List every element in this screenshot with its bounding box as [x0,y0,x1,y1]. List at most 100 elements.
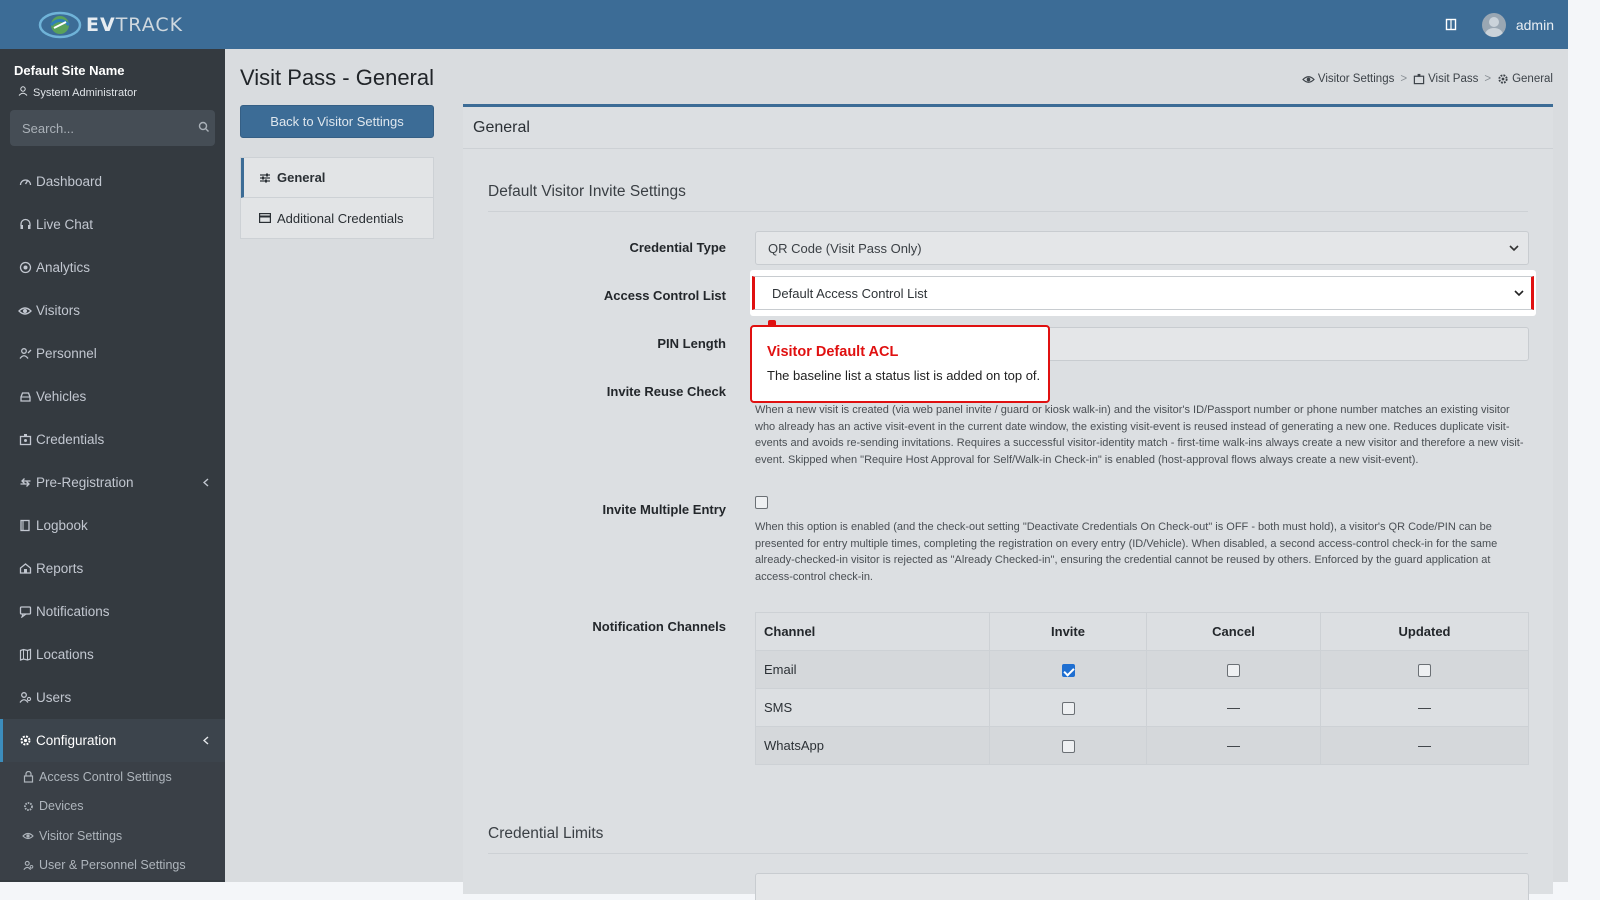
dashboard-icon [18,175,32,189]
tooltip-body: The baseline list a status list is added… [767,368,1041,383]
channel-name: Email [755,650,990,689]
lock-icon [22,770,34,783]
whatsapp-invite-checkbox[interactable] [1061,740,1075,754]
personnel-icon [18,347,32,361]
acl-label: Access Control List [603,288,726,303]
content-wrapper: Visit Pass - General Visitor Settings > … [225,49,1568,900]
side-menu-additional-credentials[interactable]: Additional Credentials [241,198,433,238]
device-icon [22,800,34,812]
breadcrumb: Visitor Settings > Visit Pass > General [1302,73,1553,85]
section-title-credential-limits: Credential Limits [488,825,604,842]
sidebar-item-analytics[interactable]: Analytics [0,246,225,289]
brand-logo[interactable]: EVTRACK [0,0,225,49]
badge-icon [18,433,32,447]
invite-multiple-entry-checkbox[interactable] [755,496,768,509]
chevron-left-icon [201,733,211,747]
sliders-icon [260,173,270,182]
column-header-cancel: Cancel [1146,612,1321,651]
sms-invite-checkbox[interactable] [1061,702,1075,716]
sidebar-item-live-chat[interactable]: Live Chat [0,203,225,246]
notification-channels-label: Notification Channels [592,619,726,634]
users-icon [22,859,34,871]
sidebar-subitem-user-personnel-settings[interactable]: User & Personnel Settings [0,851,225,881]
search-input[interactable] [22,120,198,136]
logo-icon [38,10,82,40]
sidebar-item-pre-registration[interactable]: Pre-Registration [0,461,225,504]
breadcrumb-visit-pass[interactable]: Visit Pass [1413,73,1478,85]
table-row: Email [755,650,1529,689]
sms-cancel-na: — [1146,688,1321,727]
sidebar-item-dashboard[interactable]: Dashboard [0,160,225,203]
user-icon [18,86,28,99]
card-icon [259,213,271,223]
channel-name: SMS [755,688,990,727]
user-role: System Administrator [14,86,211,99]
pin-length-label: PIN Length [657,336,726,351]
credential-limit-input[interactable] [755,873,1529,900]
credential-type-select[interactable]: QR Code (Visit Pass Only) [755,231,1529,265]
invite-multiple-entry-help: When this option is enabled (and the che… [755,521,1498,584]
sidebar-subitem-access-control-settings[interactable]: Access Control Settings [0,762,225,792]
column-header-invite: Invite [989,612,1147,651]
sidebar-item-vehicles[interactable]: Vehicles [0,375,225,418]
card-title: General [463,107,1553,149]
credential-type-label: Credential Type [629,240,726,255]
sidebar-item-credentials[interactable]: Credentials [0,418,225,461]
brand-name: EVTRACK [86,13,184,36]
column-header-updated: Updated [1320,612,1529,651]
site-name: Default Site Name [14,63,125,78]
access-control-list-select[interactable]: Default Access Control List [752,276,1534,310]
back-to-visitor-settings-button[interactable]: Back to Visitor Settings [240,105,434,138]
sidebar-item-users[interactable]: Users [0,676,225,719]
sidebar-item-logbook[interactable]: Logbook [0,504,225,547]
email-cancel-checkbox[interactable] [1227,664,1240,678]
gear-icon [18,734,32,748]
invite-reuse-check-label: Invite Reuse Check [606,384,726,399]
breadcrumb-visitor-settings[interactable]: Visitor Settings [1302,73,1394,85]
eye-icon [18,304,32,318]
chevron-down-icon [1513,287,1525,299]
sidebar-item-visitors[interactable]: Visitors [0,289,225,332]
sidebar-item-personnel[interactable]: Personnel [0,332,225,375]
configuration-submenu: Access Control Settings Devices Visitor … [0,762,225,880]
email-invite-checkbox[interactable] [1061,664,1075,678]
tooltip-title: Visitor Default ACL [767,344,899,360]
whatsapp-cancel-na: — [1146,726,1321,765]
sidebar-item-configuration[interactable]: Configuration [0,719,225,762]
chart-icon [18,562,32,576]
section-title-invite-settings: Default Visitor Invite Settings [488,183,686,200]
users-icon [18,691,32,705]
gear-icon [1498,74,1508,84]
sidebar-item-locations[interactable]: Locations [0,633,225,676]
page-title: Visit Pass - General [240,65,435,90]
map-icon [18,648,32,662]
general-settings-card: General Default Visitor Invite Settings … [463,104,1553,900]
sidebar: Default Site Name System Administrator D… [0,49,225,882]
notification-channels-table: Channel Invite Cancel Updated Email SMS … [755,612,1529,765]
sidebar-nav: Dashboard Live Chat Analytics Visitors P… [0,160,225,880]
top-navbar: EVTRACK admin [0,0,1568,49]
column-header-channel: Channel [755,612,990,651]
breadcrumb-general: General [1497,73,1553,85]
side-menu-general[interactable]: General [241,158,433,198]
sidebar-search [10,110,215,146]
table-row: SMS — — [755,688,1529,727]
search-icon[interactable] [198,121,210,136]
chevron-left-icon [201,475,211,489]
exchange-icon [18,476,32,490]
sidebar-subitem-visitor-settings[interactable]: Visitor Settings [0,821,225,851]
fullscreen-icon[interactable] [1444,18,1458,32]
invite-multiple-entry-label: Invite Multiple Entry [602,502,726,517]
sidebar-subitem-devices[interactable]: Devices [0,792,225,822]
help-tooltip: Visitor Default ACL The baseline list a … [750,325,1050,403]
headset-icon [18,218,32,232]
user-name: admin [1515,16,1554,33]
sidebar-item-notifications[interactable]: Notifications [0,590,225,633]
user-menu[interactable]: admin [1481,12,1554,37]
invite-reuse-check-help: When a new visit is created (via web pan… [755,404,1524,467]
badge-icon [1413,73,1425,85]
sidebar-item-reports[interactable]: Reports [0,547,225,590]
eye-icon [22,830,34,842]
email-updated-checkbox[interactable] [1418,664,1431,678]
avatar [1481,12,1506,37]
